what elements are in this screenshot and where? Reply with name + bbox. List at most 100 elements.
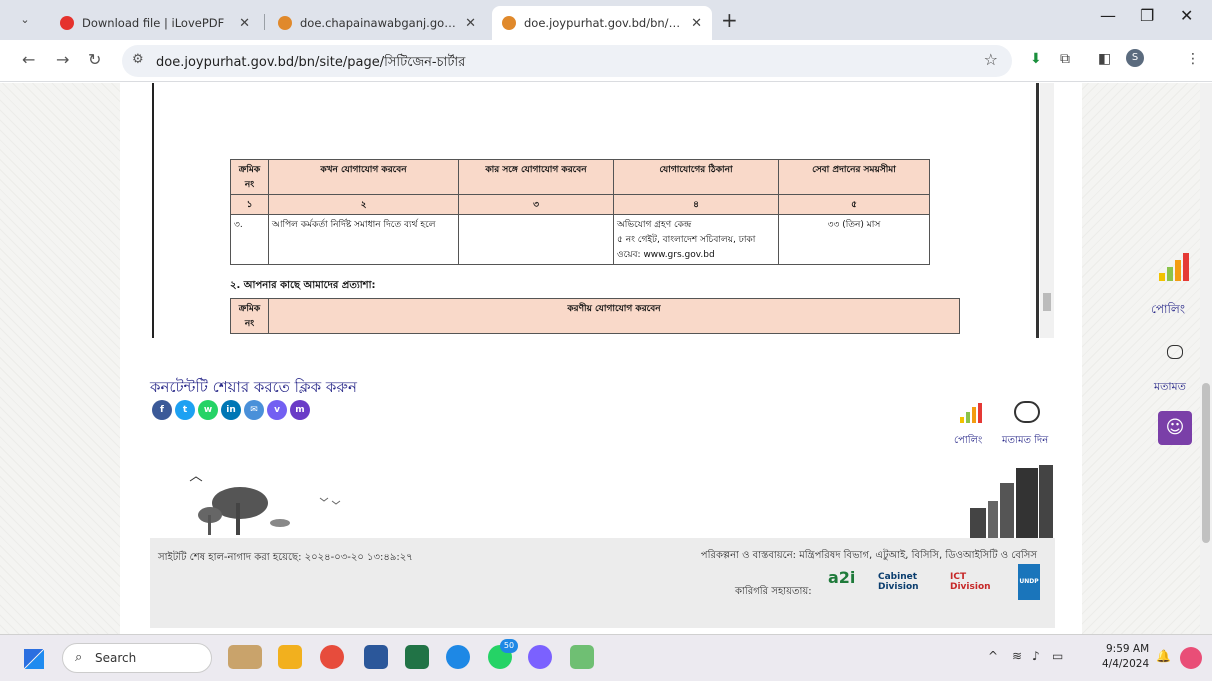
tech-support-label: কারিগরি সহায়তায়:: [735, 586, 812, 597]
url-text: doe.joypurhat.gov.bd/bn/site/page/সিটিজে…: [156, 55, 466, 70]
messenger-icon[interactable]: [528, 645, 552, 669]
facebook-icon[interactable]: f: [152, 400, 172, 420]
taskbar-search[interactable]: ⌕ Search: [62, 643, 212, 673]
date-text: 4/4/2024: [1102, 658, 1150, 670]
comment-icon[interactable]: [1167, 345, 1183, 359]
expectation-table: ক্রমিক নং করণীয় যোগাযোগ করবেন: [230, 298, 960, 334]
messenger-icon[interactable]: m: [290, 400, 310, 420]
windows-start-icon[interactable]: [24, 649, 44, 669]
download-icon[interactable]: ⬇: [1030, 51, 1042, 67]
forward-button[interactable]: →: [56, 50, 69, 69]
table-cell: ৪: [613, 194, 779, 215]
volume-icon[interactable]: ♪: [1032, 649, 1040, 663]
widgets-icon[interactable]: [228, 645, 262, 669]
comment-link[interactable]: মতামত দিন: [1002, 433, 1048, 450]
document-scrollbar[interactable]: [1040, 83, 1054, 338]
comment-link[interactable]: মতামত: [1154, 378, 1186, 397]
table-cell: ২: [268, 194, 459, 215]
table-header: ক্রমিক নং: [230, 159, 269, 195]
sidepanel-icon[interactable]: ◧: [1098, 51, 1111, 67]
taskbar: ⌕ Search 50 ^ ≋ ♪ ▭ 9:59 AM 4/4/2024 🔔: [0, 634, 1212, 681]
accessibility-button[interactable]: ☺: [1158, 411, 1192, 445]
new-tab-button[interactable]: +: [721, 8, 738, 32]
footer-illustration: [189, 465, 1053, 538]
notification-bell-icon[interactable]: 🔔: [1156, 649, 1171, 663]
table-header: কার সঙ্গে যোগাযোগ করবেন: [458, 159, 614, 195]
tab-ilovepdf[interactable]: Download file | iLovePDF ✕: [50, 6, 260, 40]
table-cell: [458, 214, 614, 265]
table-header: করণীয় যোগাযোগ করবেন: [268, 298, 960, 334]
twitter-icon[interactable]: t: [175, 400, 195, 420]
table-cell: ১: [230, 194, 269, 215]
back-button[interactable]: ←: [22, 50, 35, 69]
bookmark-star-icon[interactable]: ☆: [984, 50, 998, 69]
minimize-button[interactable]: —: [1100, 6, 1116, 25]
edge-icon[interactable]: [446, 645, 470, 669]
excel-icon[interactable]: [405, 645, 429, 669]
a2i-logo[interactable]: a2i: [828, 568, 855, 587]
table-cell: ৩: [458, 194, 614, 215]
ict-division-logo[interactable]: ICT Division: [950, 572, 1005, 592]
menu-icon[interactable]: ⋮: [1186, 51, 1200, 67]
address-line: অভিযোগ গ্রহণ কেন্দ্র: [617, 220, 692, 230]
extensions-icon[interactable]: ⧉: [1060, 51, 1070, 67]
linkedin-icon[interactable]: in: [221, 400, 241, 420]
chrome-icon[interactable]: [320, 645, 344, 669]
section-heading: ২. আপনার কাছে আমাদের প্রত্যাশা:: [230, 280, 376, 291]
last-updated: সাইটটি শেষ হাল-নাগাদ করা হয়েছে: ২০২৪-০৩…: [158, 552, 413, 563]
table-row: ৩. আপিল কর্মকর্তা নির্দিষ্ট সমাধান দিতে …: [230, 214, 930, 265]
page-viewport: ক্রমিক নং কখন যোগাযোগ করবেন কার সঙ্গে যো…: [0, 83, 1200, 634]
address-line: ৫ নং গেইট, বাংলাদেশ সচিবালয়, ঢাকা: [617, 235, 756, 245]
close-icon[interactable]: ✕: [465, 16, 476, 31]
email-icon[interactable]: ✉: [244, 400, 264, 420]
profile-avatar[interactable]: S: [1126, 49, 1144, 67]
table-header: যোগাযোগের ঠিকানা: [613, 159, 779, 195]
table-cell: আপিল কর্মকর্তা নির্দিষ্ট সমাধান দিতে ব্য…: [268, 214, 459, 265]
site-favicon-icon: [502, 16, 516, 30]
address-line: ওয়েব: www.grs.gov.bd: [617, 250, 715, 260]
footer: সাইটটি শেষ হাল-নাগাদ করা হয়েছে: ২০২৪-০৩…: [150, 538, 1055, 628]
viber-icon[interactable]: v: [267, 400, 287, 420]
notepad-icon[interactable]: [570, 645, 594, 669]
search-icon: ⌕: [75, 650, 83, 665]
reload-button[interactable]: ↻: [88, 50, 101, 69]
table-cell: ৩৩ (তিন) মাস: [778, 214, 930, 265]
tab-chapainawabganj[interactable]: doe.chapainawabganj.gov.bd/b ✕: [268, 6, 486, 40]
close-icon[interactable]: ✕: [239, 16, 250, 31]
site-favicon-icon: [278, 16, 292, 30]
copilot-icon[interactable]: [1180, 647, 1202, 669]
word-icon[interactable]: [364, 645, 388, 669]
cabinet-division-logo[interactable]: Cabinet Division: [878, 572, 933, 592]
site-info-icon[interactable]: ⚙: [132, 52, 144, 67]
tab-strip: ⌄ Download file | iLovePDF ✕ doe.chapain…: [0, 0, 1212, 40]
poll-link[interactable]: পোলিং: [1151, 301, 1185, 321]
table-header: সেবা প্রদানের সময়সীমা: [778, 159, 930, 195]
close-icon[interactable]: ✕: [691, 16, 702, 31]
close-window-button[interactable]: ✕: [1180, 6, 1193, 25]
address-bar[interactable]: ⚙ doe.joypurhat.gov.bd/bn/site/page/সিটি…: [122, 45, 1012, 77]
comment-icon[interactable]: [1014, 401, 1040, 423]
time-text: 9:59 AM: [1106, 643, 1150, 655]
ilovepdf-icon: [60, 16, 74, 30]
complaint-table: ক্রমিক নং কখন যোগাযোগ করবেন কার সঙ্গে যো…: [230, 159, 930, 265]
whatsapp-icon[interactable]: w: [198, 400, 218, 420]
poll-link[interactable]: পোলিং: [954, 433, 982, 450]
undp-logo[interactable]: UNDP: [1018, 564, 1040, 600]
tab-joypurhat[interactable]: doe.joypurhat.gov.bd/bn/site/p ✕: [492, 6, 712, 40]
chevron-up-icon[interactable]: ^: [988, 649, 998, 663]
restore-button[interactable]: ❐: [1140, 6, 1154, 25]
battery-icon[interactable]: ▭: [1052, 649, 1063, 663]
citizen-charter-document: ক্রমিক নং কখন যোগাযোগ করবেন কার সঙ্গে যো…: [152, 83, 1039, 338]
page-scrollbar[interactable]: [1200, 83, 1212, 634]
wifi-icon[interactable]: ≋: [1012, 649, 1022, 663]
implementation-credit: পরিকল্পনা ও বাস্তবায়নে: মন্ত্রিপরিষদ বি…: [700, 550, 1037, 561]
file-explorer-icon[interactable]: [278, 645, 302, 669]
notification-badge: 50: [500, 639, 518, 653]
scroll-thumb[interactable]: [1202, 383, 1210, 543]
scroll-thumb[interactable]: [1043, 293, 1051, 311]
clock[interactable]: 9:59 AM 4/4/2024: [1102, 642, 1149, 672]
poll-bars-icon[interactable]: [960, 403, 982, 423]
browser-toolbar: ← → ↻ ⚙ doe.joypurhat.gov.bd/bn/site/pag…: [0, 40, 1212, 82]
poll-bars-icon[interactable]: [1159, 253, 1191, 281]
tab-search-icon[interactable]: ⌄: [12, 8, 38, 32]
